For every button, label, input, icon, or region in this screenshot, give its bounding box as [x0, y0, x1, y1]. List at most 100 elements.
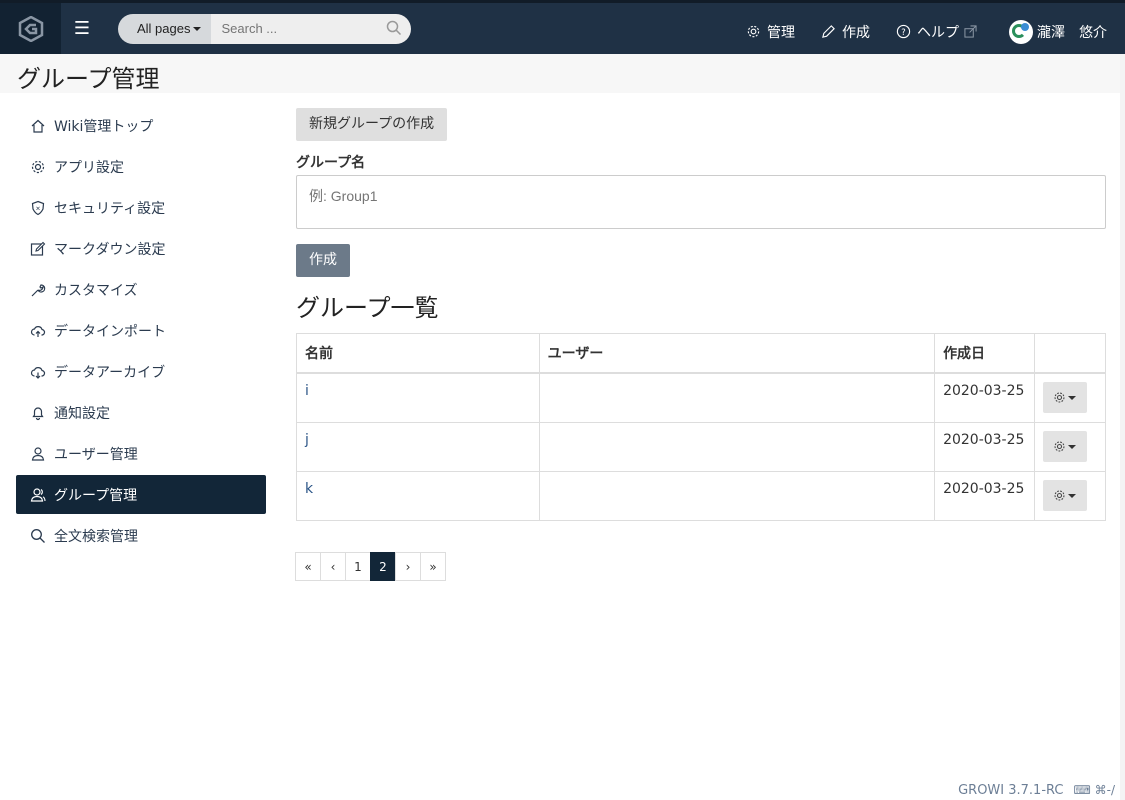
- pagination-prev[interactable]: ‹: [320, 552, 346, 581]
- pagination-first[interactable]: «: [295, 552, 321, 581]
- group-name-link[interactable]: k: [305, 481, 313, 497]
- edit-icon: [30, 241, 46, 256]
- shield-icon: ✕: [31, 200, 45, 215]
- table-row: k 2020-03-25: [296, 471, 1107, 521]
- user-menu[interactable]: 瀧澤 悠介: [1009, 19, 1107, 44]
- search-input[interactable]: [211, 13, 412, 44]
- sidebar-item-label: ユーザー管理: [54, 446, 138, 463]
- admin-sidebar: Wiki管理トップ アプリ設定 ✕ セキュリティ設定 マークダウン設定 カスタマ…: [16, 106, 266, 557]
- sidebar-item-data-import[interactable]: データインポート: [16, 311, 266, 350]
- search-scope-dropdown[interactable]: All pages: [118, 13, 212, 44]
- sidebar-item-security[interactable]: ✕ セキュリティ設定: [16, 188, 266, 227]
- table-row: j 2020-03-25: [296, 422, 1107, 472]
- top-navbar: ☰ All pages 管理 作成 ?: [0, 0, 1125, 54]
- group-users-cell: [538, 471, 936, 521]
- create-group-button[interactable]: 作成: [296, 244, 350, 277]
- gear-icon: [31, 160, 45, 173]
- group-name-link[interactable]: i: [305, 383, 309, 399]
- table-row: i 2020-03-25: [296, 372, 1107, 423]
- main-content: 新規グループの作成 グループ名 作成 グループ一覧 名前 ユーザー 作成日 i …: [295, 108, 1107, 581]
- chevron-down-icon: [1068, 493, 1077, 498]
- avatar: [1009, 19, 1033, 44]
- admin-link[interactable]: 管理: [746, 22, 795, 42]
- user-group-icon: [30, 487, 46, 502]
- sidebar-item-label: データアーカイブ: [54, 364, 166, 381]
- sidebar-item-label: データインポート: [54, 323, 166, 340]
- group-users-cell: [538, 372, 936, 423]
- sidebar-item-fulltext-search[interactable]: 全文検索管理: [16, 516, 266, 555]
- help-link[interactable]: ? ヘルプ: [896, 22, 983, 42]
- sidebar-item-label: セキュリティ設定: [54, 200, 166, 217]
- wrench-icon: [31, 283, 46, 296]
- growi-logo-icon: [18, 15, 43, 42]
- version-label: GROWI 3.7.1-RC: [958, 782, 1064, 798]
- pagination-next[interactable]: ›: [395, 552, 421, 581]
- group-name-link[interactable]: j: [305, 432, 309, 448]
- external-link-icon: [964, 25, 977, 38]
- group-actions-button[interactable]: [1042, 480, 1087, 511]
- group-users-cell: [538, 422, 936, 472]
- pagination-page-1[interactable]: 1: [345, 552, 371, 581]
- group-created-cell: 2020-03-25: [934, 471, 1035, 521]
- help-label: ヘルプ: [917, 24, 959, 41]
- sidebar-item-notification[interactable]: 通知設定: [16, 393, 266, 432]
- page-title: グループ管理: [17, 65, 160, 93]
- table-header-row: 名前 ユーザー 作成日: [296, 333, 1107, 374]
- sidebar-item-user-management[interactable]: ユーザー管理: [16, 434, 266, 473]
- navbar-actions: 管理 作成 ? ヘルプ 瀧澤 悠介: [720, 6, 1107, 57]
- chevron-down-icon: [1068, 444, 1077, 449]
- search-bar: All pages: [118, 13, 412, 44]
- sidebar-item-label: 全文検索管理: [54, 528, 138, 545]
- help-circle-icon: ?: [896, 24, 911, 39]
- page-header: グループ管理: [0, 54, 1120, 93]
- sidebar-item-label: Wiki管理トップ: [54, 118, 154, 135]
- growi-logo[interactable]: [0, 3, 61, 54]
- sidebar-item-markdown[interactable]: マークダウン設定: [16, 229, 266, 268]
- svg-text:?: ?: [901, 27, 905, 37]
- user-icon: [31, 446, 45, 461]
- chevron-down-icon: [193, 26, 202, 31]
- sidebar-item-wiki-admin-top[interactable]: Wiki管理トップ: [16, 106, 266, 145]
- gear-icon: [1054, 392, 1065, 403]
- group-actions-button[interactable]: [1042, 431, 1087, 462]
- hamburger-icon: ☰: [73, 18, 91, 39]
- sidebar-item-app-settings[interactable]: アプリ設定: [16, 147, 266, 186]
- sidebar-item-label: アプリ設定: [54, 159, 124, 176]
- column-header-actions: [1033, 333, 1107, 374]
- gear-icon: [1054, 490, 1065, 501]
- pagination-page-2[interactable]: 2: [370, 552, 396, 581]
- group-name-label: グループ名: [296, 155, 366, 171]
- create-page-link[interactable]: 作成: [821, 22, 870, 42]
- group-list-title: グループ一覧: [296, 294, 439, 322]
- column-header-created: 作成日: [934, 333, 1035, 374]
- pencil-icon: [822, 25, 835, 38]
- shortcut-hint[interactable]: ⌨ ⌘-/: [1073, 783, 1115, 797]
- sidebar-item-label: 通知設定: [54, 405, 110, 422]
- footer: GROWI 3.7.1-RC ⌨ ⌘-/: [958, 780, 1115, 800]
- group-name-field[interactable]: [296, 175, 1106, 229]
- column-header-users: ユーザー: [538, 333, 936, 374]
- cloud-upload-icon: [30, 325, 46, 337]
- group-created-cell: 2020-03-25: [934, 372, 1035, 423]
- cloud-download-icon: [30, 366, 46, 379]
- svg-text:✕: ✕: [35, 205, 40, 212]
- gear-icon: [747, 25, 760, 38]
- group-created-cell: 2020-03-25: [934, 422, 1035, 472]
- window-edge: [1120, 0, 1125, 800]
- group-actions-button[interactable]: [1042, 382, 1087, 413]
- menu-toggle-button[interactable]: ☰: [61, 3, 103, 54]
- sidebar-item-customize[interactable]: カスタマイズ: [16, 270, 266, 309]
- sidebar-item-label: マークダウン設定: [54, 241, 166, 258]
- create-label: 作成: [842, 24, 870, 41]
- search-icon[interactable]: [386, 20, 402, 36]
- pagination-last[interactable]: »: [420, 552, 446, 581]
- new-group-toggle-button[interactable]: 新規グループの作成: [296, 108, 448, 141]
- search-icon: [31, 528, 45, 543]
- group-table: 名前 ユーザー 作成日 i 2020-03-25 j 2020-03-25 k …: [296, 333, 1107, 521]
- chevron-down-icon: [1068, 395, 1077, 400]
- sidebar-item-group-management[interactable]: グループ管理: [16, 475, 266, 514]
- home-icon: [31, 119, 45, 133]
- pagination: « ‹ 1 2 › »: [295, 552, 446, 581]
- sidebar-item-data-archive[interactable]: データアーカイブ: [16, 352, 266, 391]
- user-name: 瀧澤 悠介: [1037, 24, 1107, 41]
